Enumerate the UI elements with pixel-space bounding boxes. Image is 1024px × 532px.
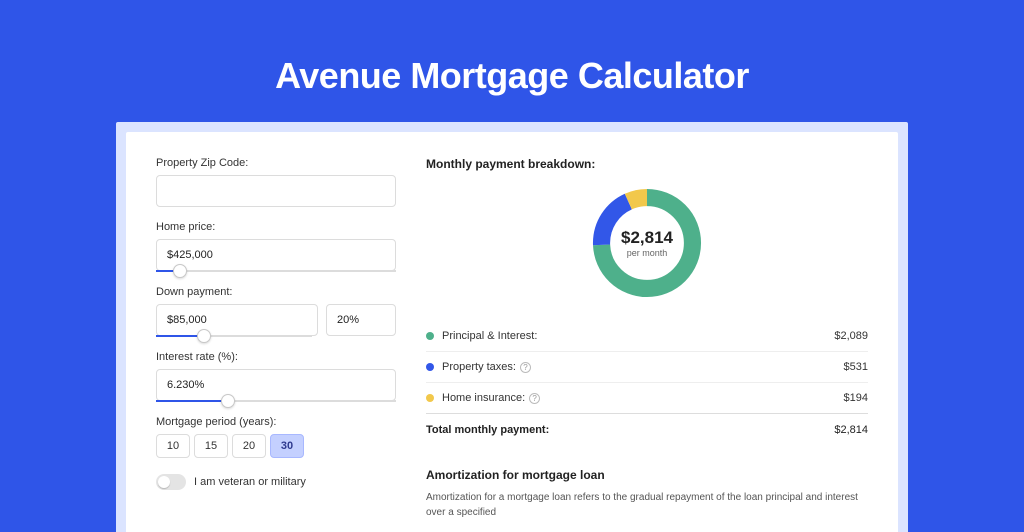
legend-row: Property taxes: ?$531 <box>426 352 868 383</box>
legend-label: Home insurance: ? <box>442 392 844 404</box>
interest-field: Interest rate (%): <box>156 351 396 402</box>
legend-dot-icon <box>426 394 434 402</box>
donut-center-value: $2,814 <box>621 228 673 248</box>
legend-value: $2,089 <box>834 330 868 342</box>
down-payment-label: Down payment: <box>156 286 396 298</box>
down-payment-slider[interactable] <box>156 335 312 337</box>
zip-input[interactable] <box>156 175 396 207</box>
period-field: Mortgage period (years): 10152030 <box>156 416 396 458</box>
legend-dot-icon <box>426 363 434 371</box>
total-row: Total monthly payment: $2,814 <box>426 413 868 450</box>
down-payment-input[interactable] <box>156 304 318 336</box>
breakdown-heading: Monthly payment breakdown: <box>426 157 868 171</box>
period-button-20[interactable]: 20 <box>232 434 266 458</box>
breakdown-legend: Principal & Interest:$2,089Property taxe… <box>426 321 868 413</box>
form-column: Property Zip Code: Home price: Down paym… <box>156 157 396 532</box>
calculator-card: Property Zip Code: Home price: Down paym… <box>126 132 898 532</box>
interest-slider[interactable] <box>156 400 396 402</box>
page-title: Avenue Mortgage Calculator <box>0 0 1024 122</box>
calculator-outer: Property Zip Code: Home price: Down paym… <box>116 122 908 532</box>
legend-value: $531 <box>844 361 868 373</box>
home-price-field: Home price: <box>156 221 396 272</box>
home-price-input[interactable] <box>156 239 396 271</box>
interest-input[interactable] <box>156 369 396 401</box>
legend-value: $194 <box>844 392 868 404</box>
legend-row: Principal & Interest:$2,089 <box>426 321 868 352</box>
donut-center-sub: per month <box>627 248 668 258</box>
down-payment-pct-input[interactable] <box>326 304 396 336</box>
amortization-heading: Amortization for mortgage loan <box>426 456 868 490</box>
veteran-toggle[interactable] <box>156 474 186 490</box>
down-payment-field: Down payment: <box>156 286 396 337</box>
total-value: $2,814 <box>834 424 868 436</box>
legend-row: Home insurance: ?$194 <box>426 383 868 413</box>
slider-fill <box>156 400 228 402</box>
period-button-30[interactable]: 30 <box>270 434 304 458</box>
help-icon[interactable]: ? <box>529 393 540 404</box>
home-price-slider[interactable] <box>156 270 396 272</box>
zip-label: Property Zip Code: <box>156 157 396 169</box>
period-button-group: 10152030 <box>156 434 396 458</box>
veteran-row: I am veteran or military <box>156 474 396 490</box>
breakdown-column: Monthly payment breakdown: $2,814 per mo… <box>426 157 868 532</box>
amortization-text: Amortization for a mortgage loan refers … <box>426 490 868 520</box>
veteran-label: I am veteran or military <box>194 476 306 488</box>
help-icon[interactable]: ? <box>520 362 531 373</box>
slider-thumb[interactable] <box>173 264 187 278</box>
slider-thumb[interactable] <box>197 329 211 343</box>
legend-label: Principal & Interest: <box>442 330 834 342</box>
legend-dot-icon <box>426 332 434 340</box>
donut-chart-wrap: $2,814 per month <box>426 183 868 303</box>
home-price-label: Home price: <box>156 221 396 233</box>
period-button-15[interactable]: 15 <box>194 434 228 458</box>
period-button-10[interactable]: 10 <box>156 434 190 458</box>
slider-thumb[interactable] <box>221 394 235 408</box>
total-label: Total monthly payment: <box>426 424 834 436</box>
donut-center: $2,814 per month <box>587 183 707 303</box>
zip-field: Property Zip Code: <box>156 157 396 207</box>
legend-label: Property taxes: ? <box>442 361 844 373</box>
donut-chart: $2,814 per month <box>587 183 707 303</box>
interest-label: Interest rate (%): <box>156 351 396 363</box>
period-label: Mortgage period (years): <box>156 416 396 428</box>
